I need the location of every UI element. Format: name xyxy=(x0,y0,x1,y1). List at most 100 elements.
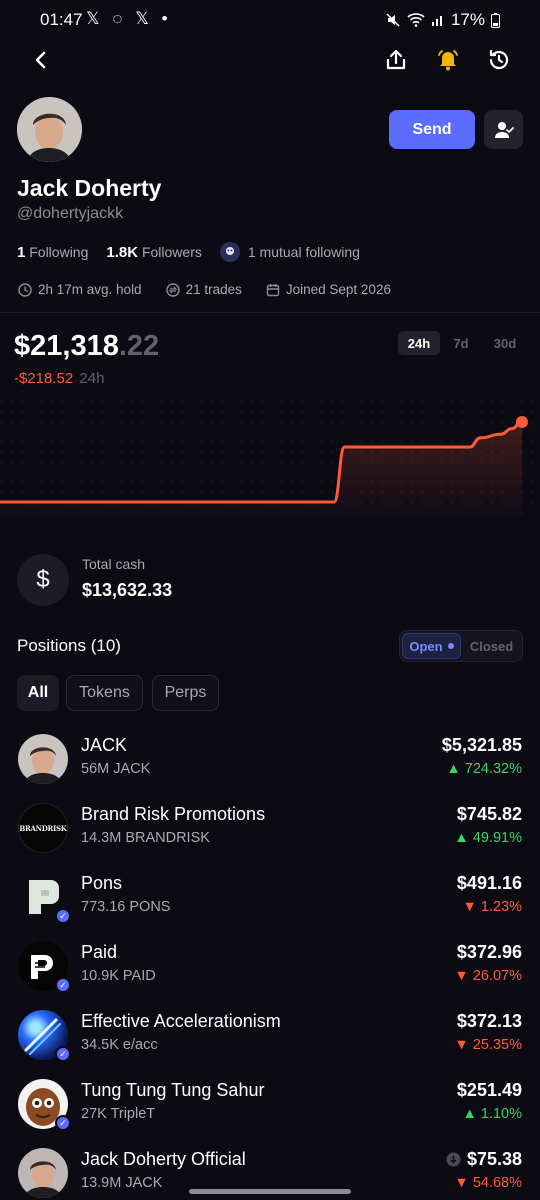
position-value: $75.38 xyxy=(446,1149,522,1170)
position-amount: 773.16 PONS xyxy=(81,899,171,915)
followers-link[interactable]: 1.8K Followers xyxy=(106,244,201,261)
down-arrow-icon: ▼ xyxy=(454,968,473,984)
position-row[interactable]: BRANDRISK Brand Risk Promotions 14.3M BR… xyxy=(0,795,540,861)
position-change: ▼ 25.35% xyxy=(454,1037,522,1053)
position-name: Jack Doherty Official xyxy=(81,1149,246,1169)
filter-perps[interactable]: Perps xyxy=(152,675,219,711)
jack-token-logo xyxy=(18,734,68,784)
follow-button[interactable] xyxy=(484,110,523,149)
section-divider xyxy=(0,312,540,313)
avg-hold: 2h 17m avg. hold xyxy=(38,282,142,297)
closed-tab[interactable]: Closed xyxy=(463,633,520,659)
filter-all[interactable]: All xyxy=(17,675,59,711)
mutual-following-link[interactable]: 1 mutual following xyxy=(248,244,360,260)
position-name: Effective Accelerationism xyxy=(81,1011,281,1031)
trade-count: 21 trades xyxy=(185,282,242,297)
battery-percent: 17% xyxy=(450,10,485,29)
brandrisk-logo: BRANDRISK xyxy=(18,803,68,853)
share-icon xyxy=(386,49,406,70)
top-bar xyxy=(0,40,540,84)
position-change: ▲ 49.91% xyxy=(454,830,522,846)
position-row[interactable]: JACK 56M JACK $5,321.85 ▲ 724.32% xyxy=(0,726,540,792)
wifi-icon xyxy=(407,13,425,27)
position-row[interactable]: ✓ Tung Tung Tung Sahur 27K TripleT $251.… xyxy=(0,1071,540,1137)
position-amount: 13.9M JACK xyxy=(81,1175,163,1191)
filter-tokens[interactable]: Tokens xyxy=(66,675,143,711)
cash-label: Total cash xyxy=(82,556,146,572)
battery-icon xyxy=(491,12,500,28)
social-stats: 1 Following 1.8K Followers 1 mutual foll… xyxy=(17,242,360,262)
status-time: 01:47 xyxy=(40,10,83,29)
position-amount: 56M JACK xyxy=(81,761,151,777)
down-arrow-icon: ▼ xyxy=(454,1175,473,1191)
position-name: JACK xyxy=(81,735,128,755)
signal-icon xyxy=(431,16,442,26)
portfolio-chart[interactable] xyxy=(0,390,540,520)
balance-change: -$218.52 24h xyxy=(14,370,105,387)
position-value: $491.16 xyxy=(456,873,522,893)
position-name: Brand Risk Promotions xyxy=(81,804,266,824)
position-change: ▲ 1.10% xyxy=(462,1106,522,1122)
trades-icon xyxy=(165,282,180,297)
position-amount: 34.5K e/acc xyxy=(81,1037,158,1053)
up-arrow-icon: ▲ xyxy=(446,761,465,777)
position-value: $372.96 xyxy=(456,942,522,962)
verified-badge-icon: ✓ xyxy=(55,908,71,924)
cash-value: $13,632.33 xyxy=(82,580,173,600)
profile-handle: @dohertyjackk xyxy=(17,205,124,222)
position-amount: 14.3M BRANDRISK xyxy=(81,830,210,846)
position-change: ▼ 26.07% xyxy=(454,968,522,984)
position-change: ▼ 1.23% xyxy=(462,899,522,915)
notifications-button[interactable] xyxy=(428,40,468,80)
following-link[interactable]: 1 Following xyxy=(17,244,88,261)
position-row[interactable]: ✓ Paid 10.9K PAID $372.96 ▼ 26.07% xyxy=(0,933,540,999)
mute-icon xyxy=(386,13,400,27)
home-indicator[interactable] xyxy=(189,1189,351,1194)
user-check-icon xyxy=(494,121,514,138)
bell-icon xyxy=(438,50,458,71)
history-icon xyxy=(489,49,509,70)
send-button[interactable]: Send xyxy=(389,110,475,149)
position-row[interactable]: ✓ Effective Accelerationism 34.5K e/acc … xyxy=(0,1002,540,1068)
position-change: ▲ 724.32% xyxy=(446,761,522,777)
timeframe-30d[interactable]: 30d xyxy=(487,331,523,355)
chart-current-point xyxy=(516,416,528,428)
down-arrow-icon: ▼ xyxy=(454,1037,473,1053)
trader-meta: 2h 17m avg. hold 21 trades Joined Sept 2… xyxy=(18,282,391,297)
status-right: 17% xyxy=(385,10,500,30)
share-button[interactable] xyxy=(376,40,416,80)
profile-avatar xyxy=(17,97,82,162)
open-closed-toggle: Open Closed xyxy=(399,630,523,662)
notification-icons: 𝕏 ◌ 𝕏 • xyxy=(86,9,172,28)
position-value: $251.49 xyxy=(456,1080,522,1100)
mutual-avatar xyxy=(219,242,240,262)
timeframe-24h[interactable]: 24h xyxy=(398,331,440,355)
chevron-left-icon xyxy=(35,51,46,69)
avatar-portrait xyxy=(17,97,82,162)
verified-badge-icon: ✓ xyxy=(55,1046,71,1062)
download-circle-icon xyxy=(446,1152,461,1167)
active-dot xyxy=(447,643,454,649)
dollar-icon: $ xyxy=(17,554,69,606)
position-change: ▼ 54.68% xyxy=(454,1175,522,1191)
position-value: $745.82 xyxy=(456,804,522,824)
back-button[interactable] xyxy=(21,40,61,80)
position-row[interactable]: ✓ Pons 773.16 PONS $491.16 ▼ 1.23% xyxy=(0,864,540,930)
joined-date: Joined Sept 2026 xyxy=(285,282,391,297)
status-bar: 01:47 𝕏 ◌ 𝕏 • 17% xyxy=(0,0,540,40)
open-tab[interactable]: Open xyxy=(402,633,461,659)
position-amount: 27K TripleT xyxy=(81,1106,156,1122)
position-name: Pons xyxy=(81,873,123,893)
positions-title: Positions (10) xyxy=(17,636,121,655)
history-button[interactable] xyxy=(479,40,519,80)
position-name: Tung Tung Tung Sahur xyxy=(81,1080,265,1100)
up-arrow-icon: ▲ xyxy=(454,830,473,846)
profile-name: Jack Doherty xyxy=(17,175,162,201)
timeframe-7d[interactable]: 7d xyxy=(445,331,477,355)
down-arrow-icon: ▼ xyxy=(462,899,481,915)
jack-official-logo xyxy=(18,1148,68,1198)
position-name: Paid xyxy=(81,942,118,962)
position-amount: 10.9K PAID xyxy=(81,968,156,984)
portfolio-balance: $21,318.22 xyxy=(14,330,160,362)
position-value: $372.13 xyxy=(456,1011,522,1031)
